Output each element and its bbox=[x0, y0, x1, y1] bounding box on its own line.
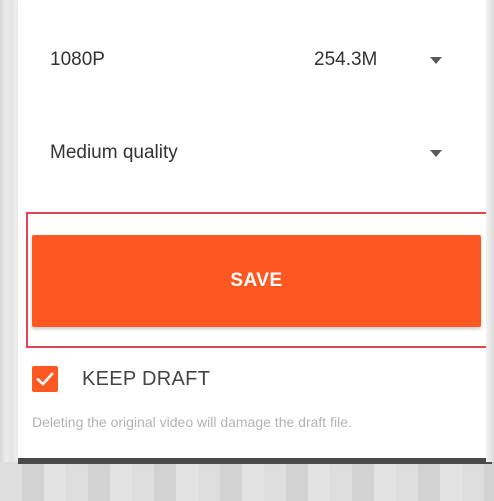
dropdown-arrow-icon[interactable] bbox=[430, 56, 442, 64]
save-button[interactable]: SAVE bbox=[32, 235, 481, 327]
dropdown-arrow-icon[interactable] bbox=[430, 149, 442, 157]
keep-draft-label: KEEP DRAFT bbox=[82, 367, 211, 390]
right-edge bbox=[486, 0, 494, 462]
quality-value: Medium quality bbox=[50, 142, 178, 163]
bottom-edge bbox=[0, 462, 494, 501]
export-panel: 1080P 254.3M Medium quality SAVE KEEP DR… bbox=[18, 0, 492, 462]
panel-bottom-divider bbox=[18, 458, 492, 464]
resolution-value: 1080P bbox=[50, 49, 105, 70]
draft-warning-text: Deleting the original video will damage … bbox=[32, 414, 352, 430]
resolution-selector[interactable]: 1080P 254.3M bbox=[18, 30, 492, 90]
keep-draft-option[interactable]: KEEP DRAFT bbox=[32, 363, 210, 395]
checkmark-icon bbox=[36, 372, 54, 386]
file-size-value: 254.3M bbox=[314, 49, 378, 70]
left-edge bbox=[0, 0, 18, 501]
keep-draft-checkbox[interactable] bbox=[32, 366, 58, 392]
export-page: 1080P 254.3M Medium quality SAVE KEEP DR… bbox=[0, 0, 494, 501]
quality-selector[interactable]: Medium quality bbox=[18, 123, 492, 183]
